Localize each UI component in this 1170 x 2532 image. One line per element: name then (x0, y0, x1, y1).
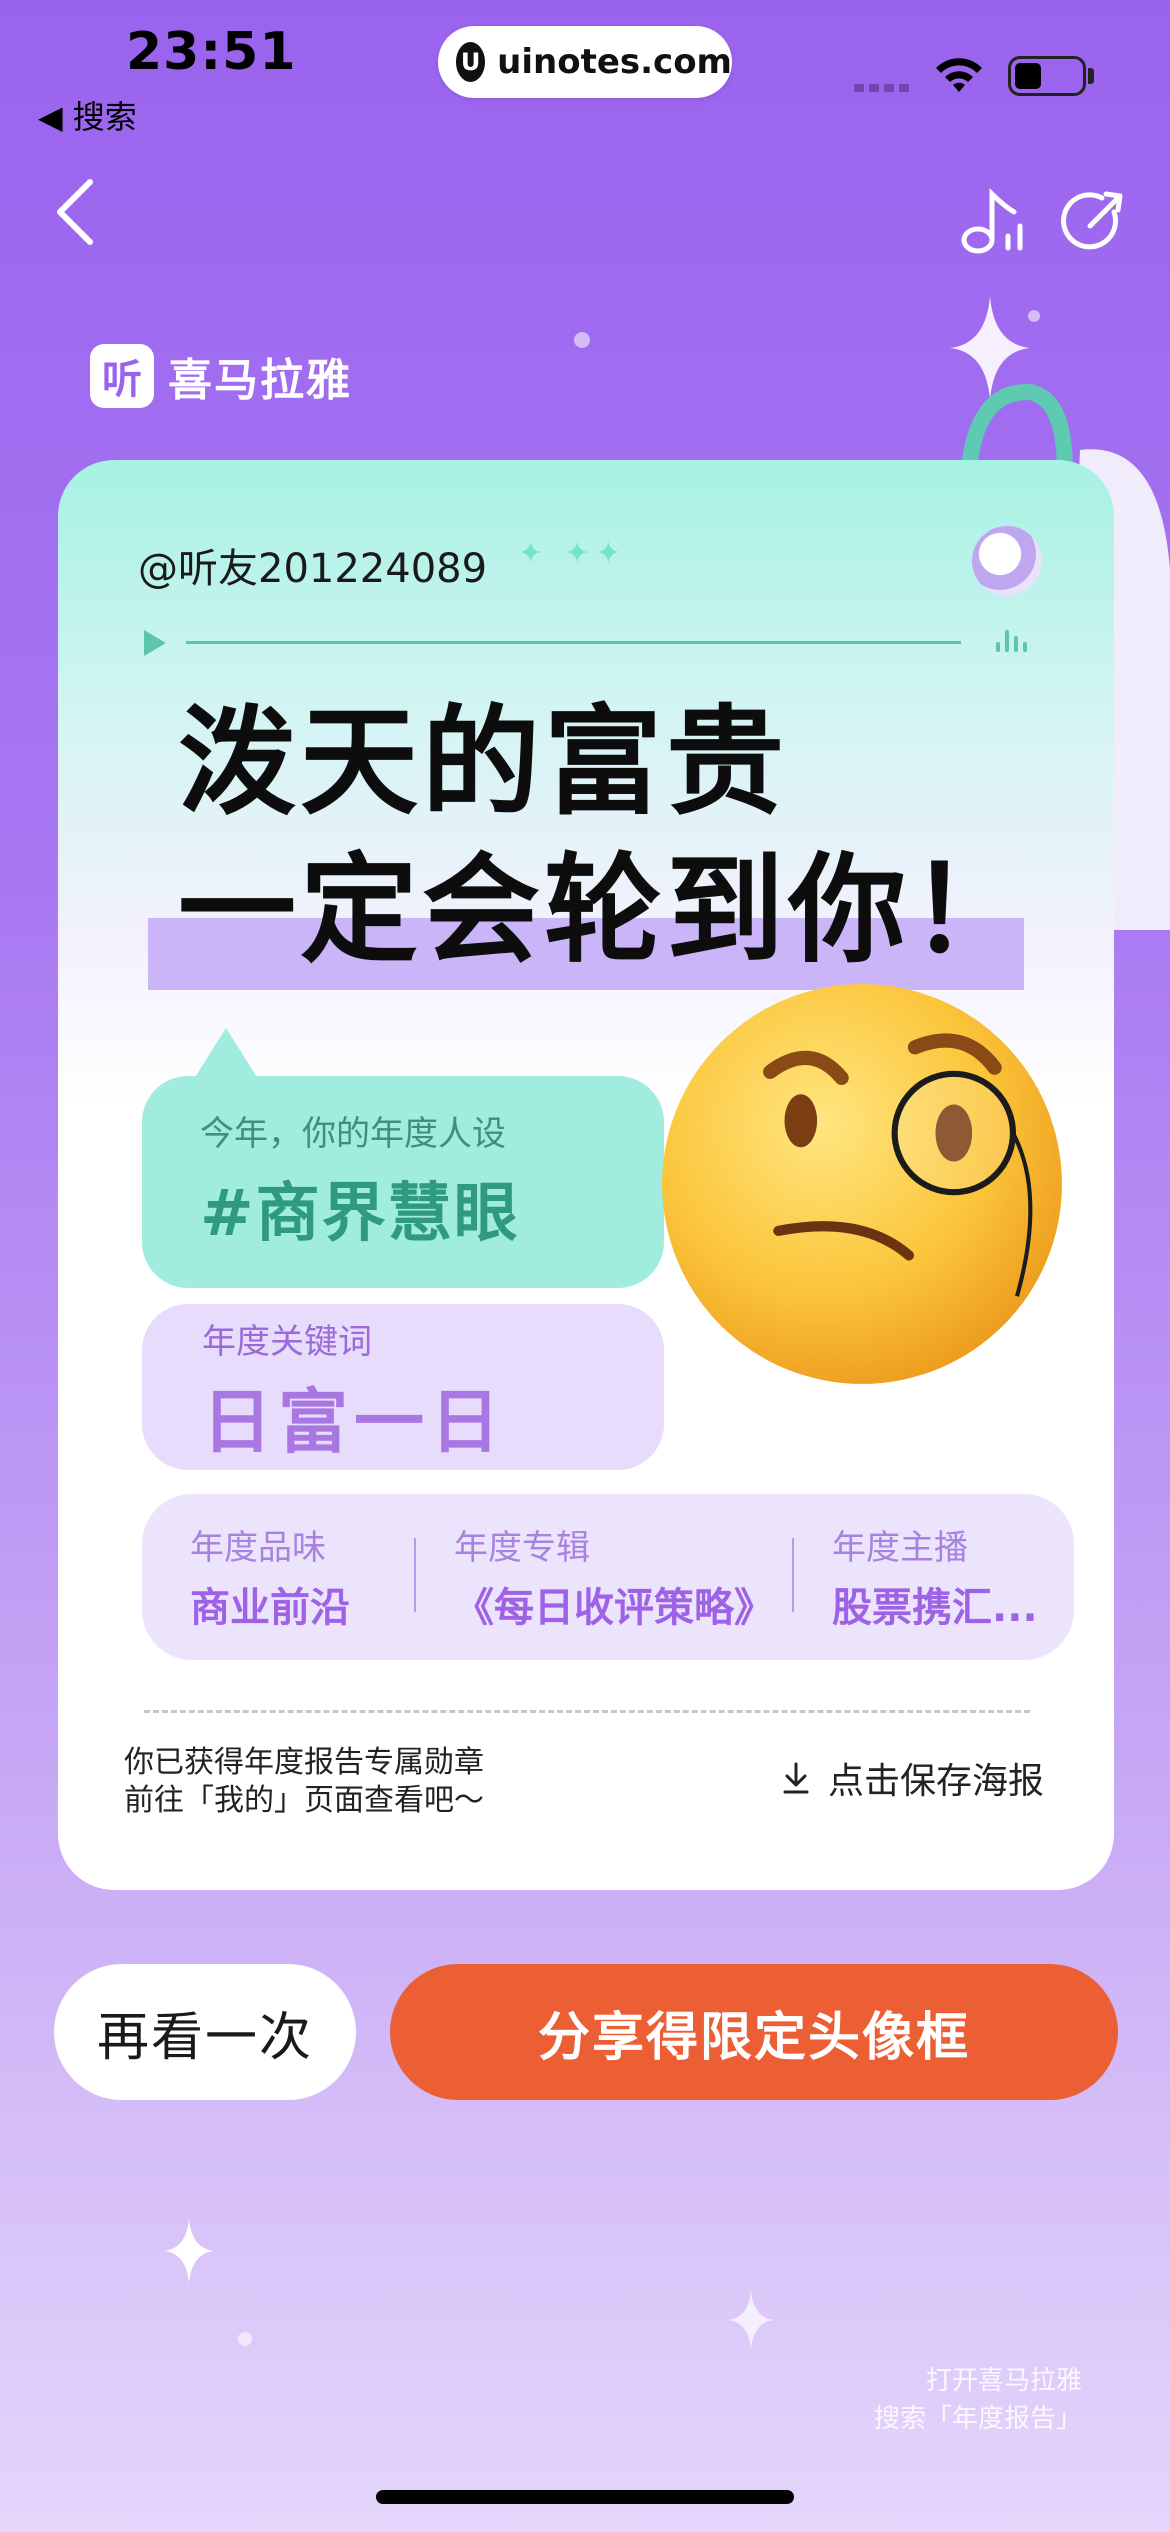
stat-divider (792, 1538, 794, 1612)
stat-label: 年度主播 (832, 1528, 968, 1568)
annual-report-card: @听友201224089 ✦ ✦✦ 泼天的富贵 一定会轮到你！ 今年，你的年度人… (58, 460, 1114, 1890)
share-icon[interactable] (1058, 186, 1130, 258)
stat-value: 《每日收评策略》 (454, 1585, 774, 1631)
url-text: uinotes.com (497, 42, 732, 82)
status-back-to-search[interactable]: ◀ 搜索 (38, 92, 137, 138)
dashed-divider (144, 1710, 1030, 1713)
keyword-label: 年度关键词 (202, 1322, 372, 1362)
footer-line-1: 打开喜马拉雅 (925, 2366, 1082, 2396)
stat-label: 年度专辑 (454, 1528, 590, 1568)
headline: 泼天的富贵 一定会轮到你！ (178, 688, 1032, 984)
battery-cap (1088, 68, 1094, 84)
audio-progress-line (186, 641, 961, 644)
site-logo-icon: U (456, 42, 486, 82)
stat-divider (414, 1538, 416, 1612)
speech-bubble-tail (192, 1028, 260, 1082)
stat-value: 股票携汇... (832, 1585, 1038, 1631)
save-poster-button[interactable]: 点击保存海报 (782, 1752, 1044, 1804)
badge-notice: 你已获得年度报告专属勋章 前往「我的」页面查看吧～ (124, 1744, 484, 1820)
brand-icon: 听 (90, 344, 154, 408)
decor-dot (1028, 310, 1040, 322)
notice-line-2: 前往「我的」页面查看吧～ (124, 1783, 484, 1818)
monocle-emoji-icon (662, 984, 1062, 1384)
cellular-signal-icon (854, 84, 909, 92)
sparkle-icon (164, 2218, 214, 2284)
chevron-left-icon[interactable] (52, 176, 96, 248)
keyword-value: 日富一日 (202, 1381, 506, 1463)
battery-icon (1008, 56, 1086, 96)
stat-label: 年度品味 (190, 1528, 326, 1568)
play-icon (144, 630, 166, 656)
stat-album: 年度专辑 《每日收评策略》 (454, 1520, 774, 1633)
headline-line-2: 一定会轮到你！ (178, 841, 1033, 979)
brand-name: 喜马拉雅 (168, 355, 352, 406)
sparkle-icon: ✦ ✦✦ (518, 536, 627, 571)
watch-again-button[interactable]: 再看一次 (54, 1964, 356, 2100)
headline-line-1: 泼天的富贵 (178, 693, 789, 831)
equalizer-icon (996, 622, 1027, 652)
wifi-icon (936, 58, 982, 92)
footer-line-2: 搜索「年度报告」 (873, 2404, 1082, 2434)
decor-dot (574, 332, 590, 348)
brand-logo: 听 喜马拉雅 (90, 344, 352, 408)
music-note-icon[interactable] (958, 186, 1034, 256)
decor-dot (238, 2332, 252, 2346)
user-handle: @听友201224089 (138, 546, 488, 592)
persona-label: 今年，你的年度人设 (200, 1114, 506, 1154)
save-poster-label: 点击保存海报 (828, 1761, 1045, 1802)
home-indicator[interactable] (376, 2490, 794, 2504)
download-icon (783, 1762, 809, 1794)
stats-box: 年度品味 商业前沿 年度专辑 《每日收评策略》 年度主播 股票携汇... (142, 1494, 1074, 1660)
stat-host: 年度主播 股票携汇... (832, 1520, 1038, 1633)
url-pill[interactable]: U uinotes.com (438, 26, 732, 98)
corner-badge-deco (972, 526, 1042, 596)
share-for-avatar-frame-button[interactable]: 分享得限定头像框 (390, 1964, 1118, 2100)
status-time: 23:51 (126, 22, 297, 82)
persona-value: #商界慧眼 (200, 1177, 520, 1251)
sparkle-icon (728, 2290, 774, 2350)
footer-hint: 打开喜马拉雅 搜索「年度报告」 (874, 2362, 1082, 2438)
stat-value: 商业前沿 (190, 1585, 350, 1631)
notice-line-1: 你已获得年度报告专属勋章 (124, 1745, 484, 1780)
stat-taste: 年度品味 商业前沿 (190, 1520, 350, 1633)
